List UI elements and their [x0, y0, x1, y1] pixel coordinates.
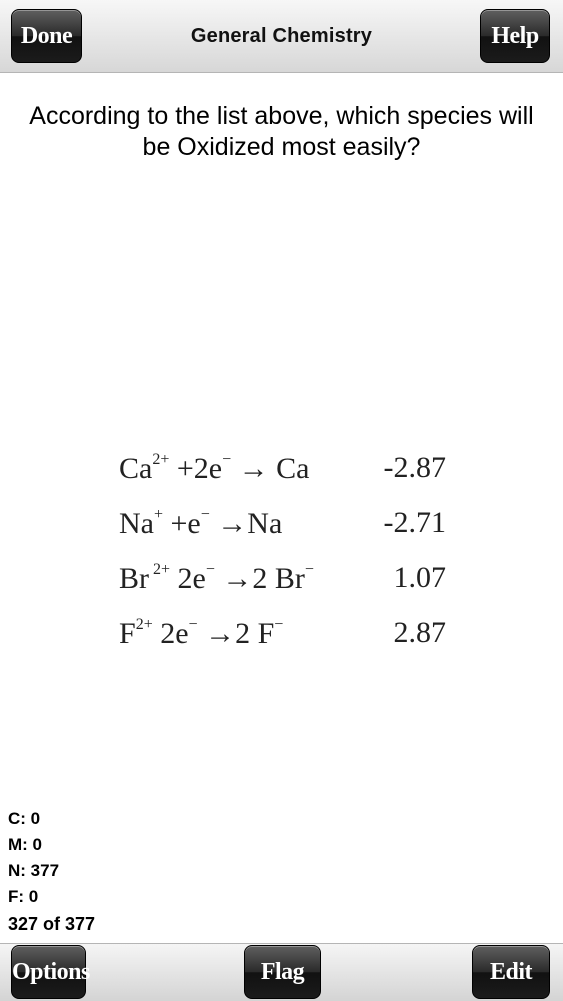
flagged-count: F: 0: [8, 887, 39, 906]
done-button[interactable]: Done: [11, 9, 82, 63]
potential-value: 1.07: [393, 561, 447, 594]
correct-count: C: 0: [8, 809, 41, 828]
missed-count: M: 0: [8, 835, 42, 854]
potential-value: 2.87: [393, 616, 447, 649]
potential-value: -2.71: [383, 506, 447, 539]
reduction-potential-table: Ca2+ +2e− → Ca -2.87 Na+ +e− →Na -2.71 B…: [97, 433, 471, 669]
edit-button[interactable]: Edit: [472, 945, 550, 999]
flag-button[interactable]: Flag: [244, 945, 321, 999]
new-count: N: 377: [8, 861, 60, 880]
equation: Na+ +e− →Na: [119, 506, 283, 540]
question-progress: 327 of 377: [8, 914, 96, 934]
help-button[interactable]: Help: [480, 9, 550, 63]
equation: Br 2+ 2e− →2 Br−: [119, 561, 314, 595]
score-stats: C: 0 M: 0 N: 377 F: 0: [8, 806, 59, 910]
equation: Ca2+ +2e− → Ca: [119, 451, 310, 485]
options-button[interactable]: Options: [11, 945, 90, 999]
page-title: General Chemistry: [190, 25, 373, 47]
question-text: According to the list above, which speci…: [29, 102, 534, 161]
potential-value: -2.87: [383, 451, 447, 484]
equation: F2+ 2e− →2 F−: [119, 616, 284, 650]
